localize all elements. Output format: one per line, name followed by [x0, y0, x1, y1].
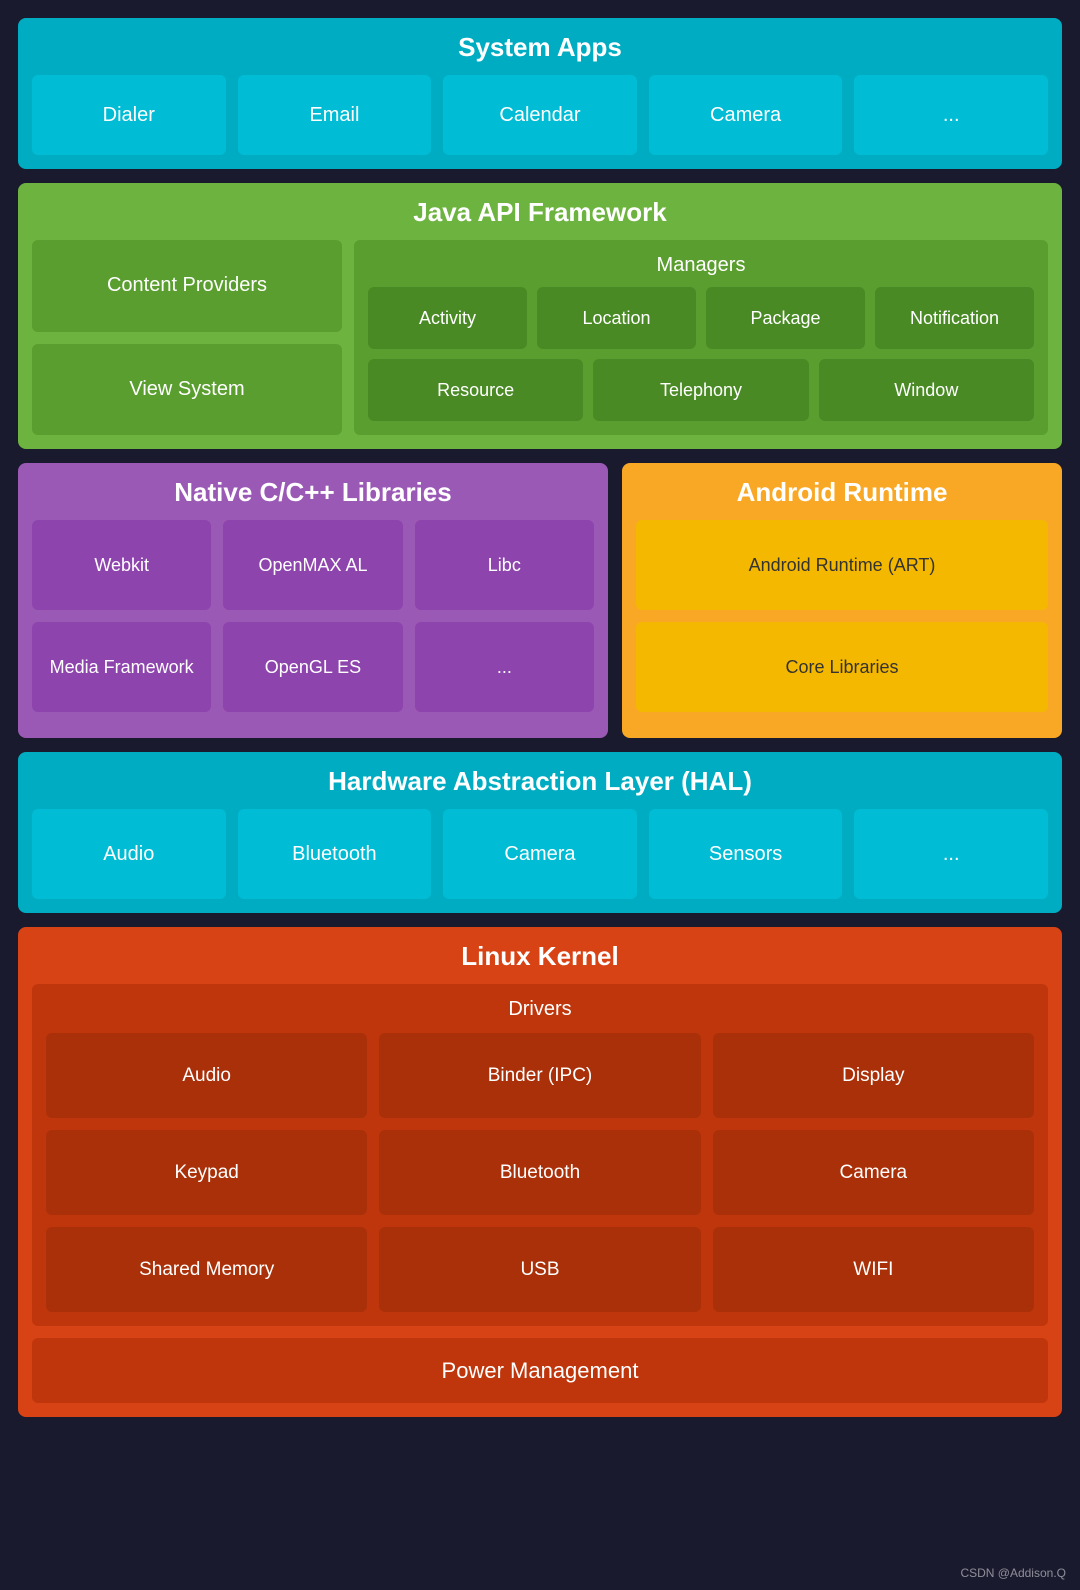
- system-apps-title: System Apps: [32, 32, 1048, 63]
- drivers-box: Drivers Audio Binder (IPC) Display Keypa…: [32, 984, 1048, 1326]
- hal-audio: Audio: [32, 809, 226, 899]
- driver-usb: USB: [379, 1227, 700, 1312]
- driver-audio: Audio: [46, 1033, 367, 1118]
- java-api-title: Java API Framework: [32, 197, 1048, 228]
- manager-location: Location: [537, 287, 696, 349]
- driver-display: Display: [713, 1033, 1034, 1118]
- system-app-card: ...: [854, 75, 1048, 155]
- manager-activity: Activity: [368, 287, 527, 349]
- hal-more: ...: [854, 809, 1048, 899]
- native-media: Media Framework: [32, 622, 211, 712]
- manager-window: Window: [819, 359, 1034, 421]
- system-apps-layer: System Apps DialerEmailCalendarCamera...: [18, 18, 1062, 169]
- native-openmax: OpenMAX AL: [223, 520, 402, 610]
- manager-notification: Notification: [875, 287, 1034, 349]
- managers-title: Managers: [368, 254, 1034, 277]
- native-libs-cards: Webkit OpenMAX AL Libc Media Framework O…: [32, 520, 594, 712]
- manager-resource: Resource: [368, 359, 583, 421]
- java-api-left: Content Providers View System: [32, 240, 342, 435]
- native-libs-title: Native C/C++ Libraries: [32, 477, 594, 508]
- view-system-card: View System: [32, 344, 342, 436]
- core-libs-card: Core Libraries: [636, 622, 1048, 712]
- manager-package: Package: [706, 287, 865, 349]
- linux-kernel-title: Linux Kernel: [32, 941, 1048, 972]
- hal-camera: Camera: [443, 809, 637, 899]
- linux-kernel-layer: Linux Kernel Drivers Audio Binder (IPC) …: [18, 927, 1062, 1417]
- native-libs-layer: Native C/C++ Libraries Webkit OpenMAX AL…: [18, 463, 608, 738]
- drivers-title: Drivers: [46, 998, 1034, 1021]
- hal-cards: Audio Bluetooth Camera Sensors ...: [32, 809, 1048, 899]
- hal-title: Hardware Abstraction Layer (HAL): [32, 766, 1048, 797]
- watermark: CSDN @Addison.Q: [960, 1566, 1066, 1580]
- driver-shared-memory: Shared Memory: [46, 1227, 367, 1312]
- java-api-inner: Content Providers View System Managers A…: [32, 240, 1048, 435]
- power-management: Power Management: [32, 1338, 1048, 1403]
- driver-bluetooth: Bluetooth: [379, 1130, 700, 1215]
- manager-telephony: Telephony: [593, 359, 808, 421]
- native-libc: Libc: [415, 520, 594, 610]
- driver-wifi: WIFI: [713, 1227, 1034, 1312]
- system-app-card: Email: [238, 75, 432, 155]
- managers-row1: Activity Location Package Notification: [368, 287, 1034, 349]
- native-more: ...: [415, 622, 594, 712]
- system-apps-cards: DialerEmailCalendarCamera...: [32, 75, 1048, 155]
- native-opengl: OpenGL ES: [223, 622, 402, 712]
- managers-row2: Resource Telephony Window: [368, 359, 1034, 421]
- hal-sensors: Sensors: [649, 809, 843, 899]
- system-app-card: Camera: [649, 75, 843, 155]
- managers-panel: Managers Activity Location Package Notif…: [354, 240, 1048, 435]
- hal-bluetooth: Bluetooth: [238, 809, 432, 899]
- system-app-card: Dialer: [32, 75, 226, 155]
- native-webkit: Webkit: [32, 520, 211, 610]
- android-runtime-layer: Android Runtime Android Runtime (ART) Co…: [622, 463, 1062, 738]
- art-card: Android Runtime (ART): [636, 520, 1048, 610]
- system-app-card: Calendar: [443, 75, 637, 155]
- hal-layer: Hardware Abstraction Layer (HAL) Audio B…: [18, 752, 1062, 913]
- driver-binder: Binder (IPC): [379, 1033, 700, 1118]
- android-runtime-title: Android Runtime: [636, 477, 1048, 508]
- java-api-layer: Java API Framework Content Providers Vie…: [18, 183, 1062, 449]
- content-providers-card: Content Providers: [32, 240, 342, 332]
- driver-camera: Camera: [713, 1130, 1034, 1215]
- drivers-grid: Audio Binder (IPC) Display Keypad Blueto…: [46, 1033, 1034, 1312]
- driver-keypad: Keypad: [46, 1130, 367, 1215]
- native-runtime-row: Native C/C++ Libraries Webkit OpenMAX AL…: [18, 463, 1062, 738]
